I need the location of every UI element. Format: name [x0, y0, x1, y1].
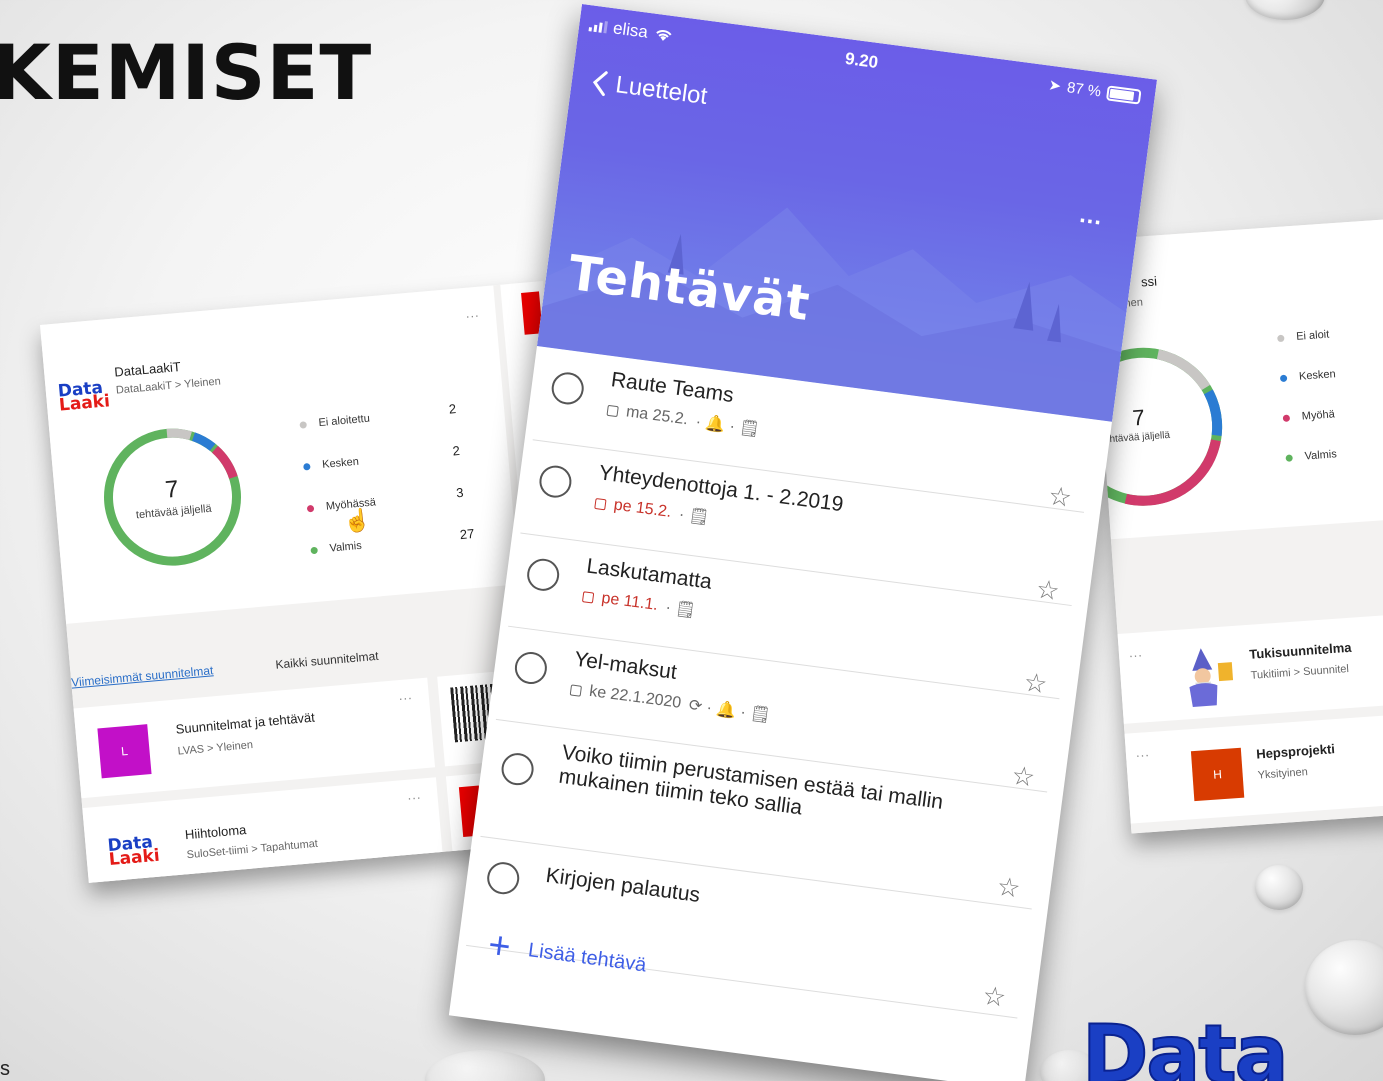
carrier-name: elisa: [611, 18, 650, 42]
remaining-count: 7: [1131, 404, 1146, 431]
calendar-icon: [606, 404, 619, 417]
location-arrow-icon: ➤: [1047, 76, 1063, 96]
status-time: 9.20: [843, 48, 880, 73]
more-options-icon[interactable]: ...: [407, 787, 422, 803]
datalaaki-logo: Data: [1081, 1008, 1290, 1081]
complete-checkbox[interactable]: [549, 370, 586, 407]
legend-done: Valmis: [310, 540, 362, 556]
star-icon[interactable]: ☆: [981, 980, 1008, 1014]
legend-in-progress: Kesken: [303, 456, 359, 473]
more-options-icon[interactable]: ...: [465, 305, 480, 321]
plan-path: Tukitiimi > Suunnitel: [1250, 662, 1350, 682]
remaining-count: 7: [164, 475, 180, 504]
complete-checkbox[interactable]: [525, 556, 562, 593]
count-late: 3: [455, 484, 465, 501]
complete-checkbox[interactable]: [499, 751, 536, 788]
more-options-icon[interactable]: ...: [1135, 744, 1150, 760]
plus-icon: +: [485, 924, 514, 969]
plan-path: Yksityinen: [1257, 766, 1309, 782]
plan-name: Suunnitelmat ja tehtävät: [175, 709, 316, 737]
count-done: 27: [459, 525, 475, 543]
task-extras: · 🔔 · 🗒: [694, 413, 761, 439]
plan-icon: L: [97, 724, 152, 779]
back-label: Luettelot: [614, 71, 709, 111]
todo-phone-screenshot: elisa 9.20 ➤ 87 % Luettelot ... Tehtävät…: [448, 4, 1158, 1081]
battery-icon: [1105, 84, 1142, 105]
task-extras: · 🗒: [677, 506, 710, 527]
plan-path: SuloSet-tiimi > Tapahtumat: [186, 837, 319, 862]
progress-donut: 7 tehtävää jäljellä: [91, 416, 254, 579]
more-menu-icon[interactable]: ...: [1078, 201, 1104, 232]
plan-summary-card[interactable]: Data Laaki DataLaakiT DataLaakiT > Yleine…: [40, 285, 520, 624]
wifi-icon: [656, 30, 672, 41]
slide-footnote: s: [0, 1058, 10, 1080]
star-icon[interactable]: ☆: [995, 871, 1022, 905]
task-extras: ⟳ · 🔔 · 🗒: [687, 697, 772, 725]
task-meta: ke 22.1.2020 ⟳ · 🔔 · 🗒: [569, 679, 771, 725]
task-title: Yel-maksut: [572, 647, 679, 684]
slide-title: KEMISET: [0, 28, 373, 117]
plan-name: Hepsprojekti: [1255, 741, 1336, 762]
plan-path: DataLaakiT > Yleinen: [115, 375, 222, 397]
task-extras: · 🗒: [664, 599, 697, 620]
chevron-left-icon: [592, 71, 608, 97]
legend-not-started: Ei aloitettu: [299, 413, 370, 431]
back-to-lists-button[interactable]: Luettelot: [590, 68, 709, 111]
complete-checkbox[interactable]: [485, 860, 522, 897]
task-meta: pe 11.1. · 🗒: [581, 586, 697, 621]
more-options-icon[interactable]: ...: [398, 687, 413, 703]
hand-cursor-icon: ☝: [342, 506, 372, 535]
plan-name: Hiihtoloma: [184, 821, 247, 843]
datalaaki-plan-logo: Data Laaki: [106, 832, 161, 870]
count-in-progress: 2: [451, 442, 461, 459]
signal-icon: [588, 19, 608, 34]
water-drop: [425, 1050, 545, 1081]
battery-percent: 87 %: [1066, 78, 1103, 100]
plan-name: DataLaakiT: [113, 358, 182, 380]
water-drop: [1255, 865, 1303, 910]
calendar-icon: [581, 590, 595, 604]
calendar-icon: [569, 683, 583, 697]
plan-title-partial: ssi: [1140, 273, 1158, 290]
water-drop: [1305, 940, 1383, 1035]
wizard-avatar-icon: [1189, 648, 1234, 707]
task-list: Raute Teams ma 25.2. · 🔔 · 🗒 ☆ Yhteydenot…: [458, 346, 1112, 1021]
remaining-label: tehtävää jäljellä: [135, 502, 213, 522]
task-title: Kirjojen palautus: [544, 863, 702, 907]
more-options-icon[interactable]: ...: [1128, 644, 1143, 660]
planner-hub-screenshot-right: ssi nen 7 ehtävää jäljellä Ei aloit Kesk…: [1090, 219, 1383, 834]
plan-icon: H: [1190, 747, 1245, 802]
water-drop: [1245, 0, 1325, 20]
plan-path: LVAS > Yleinen: [177, 739, 254, 758]
task-meta: pe 15.2. · 🗒: [594, 493, 711, 528]
plan-name: Tukisuunnitelma: [1248, 639, 1352, 662]
task-meta: ma 25.2. · 🔔 · 🗒: [606, 400, 761, 440]
count-not-started: 2: [448, 401, 457, 417]
datalaaki-plan-logo: Data Laaki: [57, 377, 111, 416]
complete-checkbox[interactable]: [512, 650, 549, 686]
calendar-icon: [594, 497, 607, 510]
complete-checkbox[interactable]: [537, 463, 574, 500]
